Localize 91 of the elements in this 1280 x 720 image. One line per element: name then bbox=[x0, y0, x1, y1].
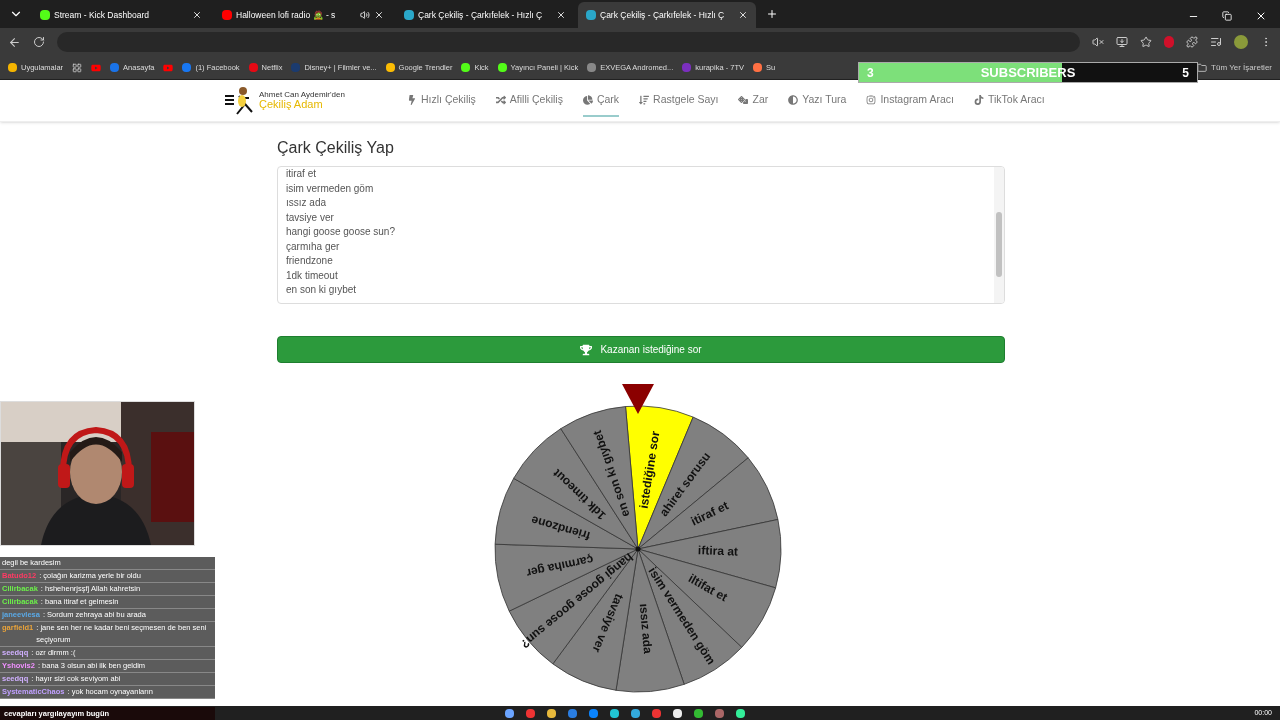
entry-line: çarmıha ger bbox=[286, 239, 341, 254]
nav-icon bbox=[582, 94, 593, 105]
taskbar-icon[interactable] bbox=[694, 708, 704, 718]
scrollbar[interactable] bbox=[994, 167, 1004, 303]
logo-tagline: Ahmet Can Aydemir'den bbox=[259, 91, 345, 99]
entry-line: tavsiye ver bbox=[286, 210, 335, 225]
tab-title: Halloween lofi radio 🧟 - s bbox=[236, 8, 337, 22]
mute-icon[interactable] bbox=[1092, 36, 1104, 48]
bookmark-icon bbox=[248, 63, 258, 72]
bookmark-icon bbox=[587, 63, 597, 72]
star-icon[interactable] bbox=[1140, 36, 1152, 48]
bookmark-icon bbox=[8, 63, 17, 72]
nav-link[interactable]: Hızlı Çekiliş bbox=[407, 83, 476, 118]
pointer-icon bbox=[622, 384, 654, 414]
tab-title: Stream - Kick Dashboard bbox=[54, 8, 150, 22]
nav-icon bbox=[973, 94, 984, 105]
bookmark-icon bbox=[291, 63, 301, 72]
taskbar-icon[interactable] bbox=[673, 708, 683, 718]
nav-link[interactable]: Yazı Tura bbox=[788, 83, 847, 118]
page-heading: Çark Çekiliş Yap bbox=[277, 138, 395, 158]
reload-icon[interactable] bbox=[33, 36, 45, 48]
site-logo[interactable]: Ahmet Can Aydemir'den Çekiliş Adam bbox=[225, 85, 375, 116]
speaker-icon[interactable] bbox=[360, 10, 370, 20]
browser-tab[interactable]: Çark Çekiliş - Çarkıfelek - Hızlı Ç bbox=[578, 2, 756, 28]
folder-icon bbox=[1197, 62, 1208, 73]
browser-tab[interactable]: Çark Çekiliş - Çarkıfelek - Hızlı Ç bbox=[396, 2, 574, 28]
favicon-icon bbox=[404, 10, 414, 20]
entry-line: 1dk timeout bbox=[286, 268, 339, 283]
bookmark-icon bbox=[753, 63, 762, 72]
tab-title: Çark Çekiliş - Çarkıfelek - Hızlı Ç bbox=[418, 8, 544, 22]
bookmark-icon bbox=[461, 63, 471, 72]
taskbar-icon[interactable] bbox=[736, 708, 746, 718]
nav-icon bbox=[495, 94, 506, 105]
tab-title: Çark Çekiliş - Çarkıfelek - Hızlı Ç bbox=[600, 8, 726, 22]
bookmark-icon bbox=[385, 63, 395, 72]
avatar-icon[interactable] bbox=[1234, 35, 1248, 49]
close-icon[interactable] bbox=[738, 10, 748, 20]
bookmark-icon bbox=[682, 63, 692, 72]
back-icon[interactable] bbox=[8, 35, 21, 49]
taskbar-icon[interactable] bbox=[547, 708, 557, 718]
install-icon[interactable] bbox=[1116, 36, 1128, 48]
entry-line: ıssız ada bbox=[286, 196, 328, 210]
nav-icon bbox=[788, 94, 799, 105]
youtube-icon[interactable] bbox=[163, 62, 174, 73]
bookmark-icon bbox=[182, 63, 192, 72]
goal-target: 5 bbox=[1182, 64, 1189, 82]
nav-link[interactable]: Rastgele Sayı bbox=[639, 83, 719, 118]
goal-current: 3 bbox=[867, 64, 874, 82]
close-icon[interactable] bbox=[374, 10, 384, 20]
taskbar-icon[interactable] bbox=[631, 708, 641, 718]
nav-link[interactable]: Zar bbox=[738, 83, 769, 118]
nav-link[interactable]: Çark bbox=[582, 83, 620, 118]
trophy-icon bbox=[580, 343, 593, 356]
entry-line: hangi goose goose sun? bbox=[286, 225, 396, 239]
taskbar-icon[interactable] bbox=[610, 708, 620, 718]
logo-name: Çekiliş Adam bbox=[259, 99, 323, 110]
wheel-hub bbox=[635, 546, 641, 552]
entry-line: isim vermeden göm bbox=[286, 181, 375, 196]
spin-button[interactable]: Kazanan istediğine sor bbox=[277, 336, 1005, 363]
browser-tab[interactable]: Stream - Kick Dashboard bbox=[32, 2, 210, 28]
entry-line: en son ki gıybet bbox=[286, 283, 358, 297]
favicon-icon bbox=[222, 10, 232, 20]
favicon-icon bbox=[586, 10, 596, 20]
browser-tab[interactable]: Halloween lofi radio 🧟 - s bbox=[214, 2, 392, 28]
entry-line: friendzone bbox=[286, 254, 334, 268]
grid-icon[interactable] bbox=[72, 62, 83, 73]
nav-icon bbox=[639, 94, 650, 105]
bookmark-icon bbox=[497, 63, 507, 72]
puzzle-icon[interactable] bbox=[1186, 36, 1198, 48]
all-bookmarks[interactable]: Tüm Yer İşaretler bbox=[1197, 61, 1272, 74]
bookmark-icon bbox=[110, 63, 120, 72]
youtube-icon[interactable] bbox=[91, 62, 102, 73]
wheel-label: istediğine sor bbox=[636, 430, 663, 510]
nav-link[interactable]: TikTok Aracı bbox=[973, 83, 1045, 118]
close-icon[interactable] bbox=[192, 10, 202, 20]
entries-textarea[interactable]: itiraf et isim vermeden göm ıssız ada tavsiye ver hangi goose goose sun? çarmıha ger friendzone 1dk timeout en son ki gıybet bbox=[277, 166, 1005, 304]
wheel-label: iftira at bbox=[697, 543, 739, 559]
nav-icon bbox=[866, 94, 877, 105]
entry-line: itiraf et bbox=[286, 167, 317, 181]
close-icon[interactable] bbox=[556, 10, 566, 20]
runner-icon bbox=[225, 85, 255, 116]
nav-link[interactable]: Instagram Aracı bbox=[866, 83, 954, 118]
wheel-label: ıssız ada bbox=[636, 603, 655, 655]
taskbar-icon[interactable] bbox=[505, 708, 515, 718]
nav-icon bbox=[407, 94, 417, 105]
nav-link[interactable]: Afilli Çekiliş bbox=[495, 83, 563, 118]
nav-icon bbox=[738, 94, 749, 105]
media-icon[interactable] bbox=[1210, 36, 1222, 48]
wheel-label: itiraf et bbox=[688, 498, 731, 529]
favicon-icon bbox=[40, 10, 50, 20]
wheel-label: çarmıha ger bbox=[525, 552, 595, 581]
